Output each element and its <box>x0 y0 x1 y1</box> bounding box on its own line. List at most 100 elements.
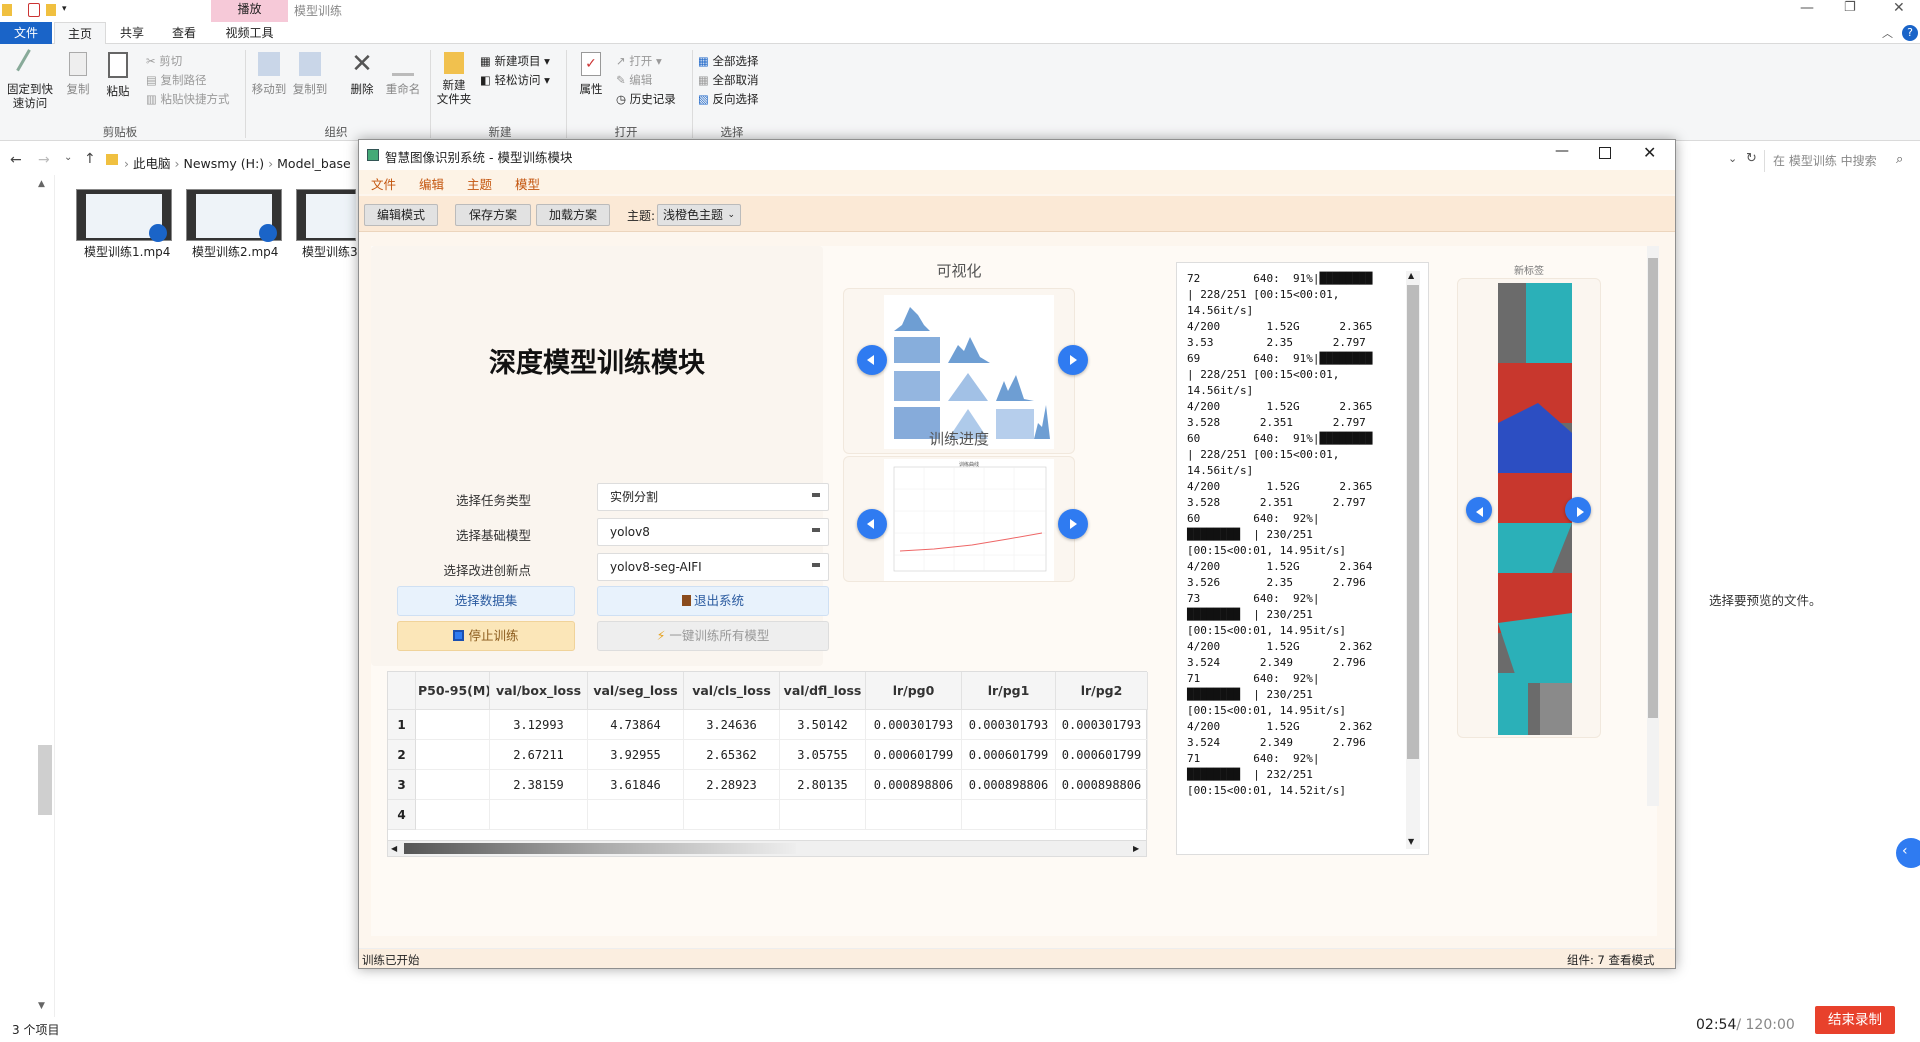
tab-file[interactable]: 文件 <box>0 22 52 44</box>
load-plan-button[interactable]: 加载方案 <box>536 204 610 226</box>
table-cell[interactable]: 0.000898806 <box>962 770 1056 800</box>
minimize-icon[interactable]: — <box>1555 143 1569 159</box>
image-prev-button[interactable] <box>1466 497 1492 523</box>
close-icon[interactable]: ✕ <box>1893 0 1905 16</box>
table-cell[interactable]: 2.67211 <box>490 740 588 770</box>
table-cell[interactable]: 0.000898806 <box>866 770 962 800</box>
invert-select-button[interactable]: ▧ 反向选择 <box>698 90 759 108</box>
edit-mode-button[interactable]: 编辑模式 <box>364 204 438 226</box>
row-number[interactable]: 3 <box>388 770 416 800</box>
properties-button[interactable]: ✓ 属性 <box>572 52 610 96</box>
search-input[interactable]: 在 模型训练 中搜索 <box>1764 150 1914 172</box>
stop-recording-button[interactable]: 结束录制 <box>1815 1006 1895 1034</box>
breadcrumb-item[interactable]: Model_base <box>277 156 351 171</box>
exit-system-button[interactable]: 退出系统 <box>597 586 829 616</box>
table-cell[interactable]: 2.80135 <box>780 770 866 800</box>
menu-edit[interactable]: 编辑 <box>419 174 444 193</box>
new-item-button[interactable]: ▦ 新建项目 ▾ <box>480 52 550 70</box>
table-cell[interactable]: 3.61846 <box>588 770 684 800</box>
column-header[interactable]: lr/pg1 <box>962 672 1056 710</box>
table-cell[interactable]: 3.24636 <box>684 710 780 740</box>
training-log[interactable]: 72 640: 91%|████████ | 228/251 [00:15<00… <box>1176 262 1429 855</box>
train-all-button[interactable]: ⚡ 一键训练所有模型 <box>597 621 829 651</box>
save-plan-button[interactable]: 保存方案 <box>455 204 531 226</box>
theme-select[interactable]: 浅橙色主题 ⌄ <box>657 204 741 226</box>
table-cell[interactable]: 2.38159 <box>490 770 588 800</box>
table-cell[interactable]: 0.000601799 <box>1056 740 1148 770</box>
breadcrumb-item[interactable]: 此电脑 <box>133 156 171 171</box>
menu-model[interactable]: 模型 <box>515 174 540 193</box>
search-icon[interactable]: ⌕ <box>1896 152 1903 167</box>
column-header[interactable]: val/cls_loss <box>684 672 780 710</box>
table-cell[interactable] <box>490 800 588 830</box>
recent-dropdown-icon[interactable]: ⌄ <box>64 152 72 163</box>
column-header[interactable]: lr/pg2 <box>1056 672 1148 710</box>
history-button[interactable]: ◷ 历史记录 <box>616 90 676 108</box>
table-cell[interactable] <box>866 800 962 830</box>
pin-quick-access-button[interactable]: 固定到快 速访问 <box>4 49 56 110</box>
column-header[interactable]: lr/pg0 <box>866 672 962 710</box>
visual-prev-button[interactable] <box>857 345 887 375</box>
scroll-up-icon[interactable]: ▲ <box>38 179 45 189</box>
table-cell[interactable]: 0.000301793 <box>962 710 1056 740</box>
select-dataset-button[interactable]: 选择数据集 <box>397 586 575 616</box>
table-cell[interactable]: 0.000601799 <box>866 740 962 770</box>
table-cell[interactable] <box>962 800 1056 830</box>
folder-icon[interactable] <box>46 4 56 16</box>
video-thumbnail[interactable] <box>186 189 282 242</box>
copy-button[interactable]: 复制 <box>60 52 96 96</box>
collapse-ribbon-icon[interactable]: ︿ <box>1882 25 1893 41</box>
file-name[interactable]: 模型训练3. <box>302 243 361 260</box>
scrollbar-thumb[interactable] <box>404 843 796 854</box>
cut-button[interactable]: ✂ 剪切 <box>146 52 182 70</box>
row-number[interactable]: 1 <box>388 710 416 740</box>
up-arrow-icon[interactable]: ↑ <box>84 151 96 167</box>
select-none-button[interactable]: ▦ 全部取消 <box>698 71 759 89</box>
stop-training-button[interactable]: 停止训练 <box>397 621 575 651</box>
scroll-left-icon[interactable]: ◀ <box>391 844 397 853</box>
tab-view[interactable]: 查看 <box>160 22 208 44</box>
tab-share[interactable]: 共享 <box>108 22 156 44</box>
table-cell[interactable] <box>684 800 780 830</box>
delete-button[interactable]: ✕ 删除 <box>344 51 380 96</box>
menu-theme[interactable]: 主题 <box>467 174 492 193</box>
table-cell[interactable]: 3.05755 <box>780 740 866 770</box>
content-scrollbar[interactable] <box>1647 246 1659 806</box>
table-cell[interactable] <box>416 710 490 740</box>
column-header[interactable]: val/dfl_loss <box>780 672 866 710</box>
easy-access-button[interactable]: ◧ 轻松访问 ▾ <box>480 71 550 89</box>
restore-icon[interactable]: ❐ <box>1844 0 1856 15</box>
maximize-icon[interactable] <box>1599 147 1611 159</box>
image-next-button[interactable] <box>1565 497 1591 523</box>
table-cell[interactable]: 3.50142 <box>780 710 866 740</box>
row-number[interactable]: 2 <box>388 740 416 770</box>
table-horizontal-scrollbar[interactable]: ◀ ▶ <box>388 840 1146 856</box>
visual-next-button[interactable] <box>1058 345 1088 375</box>
table-cell[interactable] <box>416 740 490 770</box>
log-scrollbar[interactable]: ▲ ▼ <box>1406 271 1420 849</box>
select-all-button[interactable]: ▦ 全部选择 <box>698 52 759 70</box>
table-cell[interactable]: 3.92955 <box>588 740 684 770</box>
breadcrumb[interactable]: › 此电脑 › Newsmy (H:) › Model_base <box>124 153 351 172</box>
table-cell[interactable]: 0.000601799 <box>962 740 1056 770</box>
column-header[interactable]: val/box_loss <box>490 672 588 710</box>
tab-video-tools[interactable]: 视频工具 <box>211 22 288 44</box>
address-dropdown-icon[interactable]: ⌄ <box>1728 152 1737 165</box>
open-button[interactable]: ↗ 打开 ▾ <box>616 52 662 70</box>
menu-file[interactable]: 文件 <box>371 174 396 193</box>
nav-scrollbar-thumb[interactable] <box>38 745 52 815</box>
close-icon[interactable]: ✕ <box>1643 143 1656 162</box>
edit-button[interactable]: ✎ 编辑 <box>616 71 652 89</box>
table-cell[interactable]: 0.000301793 <box>866 710 962 740</box>
progress-prev-button[interactable] <box>857 509 887 539</box>
back-arrow-icon[interactable]: ← <box>10 152 22 168</box>
table-cell[interactable] <box>416 800 490 830</box>
scrollbar-thumb[interactable] <box>1648 258 1658 718</box>
paste-button[interactable]: 粘贴 <box>100 52 136 98</box>
help-icon[interactable]: ? <box>1902 25 1918 41</box>
table-cell[interactable] <box>416 770 490 800</box>
rename-button[interactable]: 重命名 <box>383 52 423 96</box>
side-collapse-button[interactable]: ‹ <box>1896 838 1920 868</box>
table-cell[interactable] <box>1056 800 1148 830</box>
new-folder-button[interactable]: 新建 文件夹 <box>434 52 474 106</box>
